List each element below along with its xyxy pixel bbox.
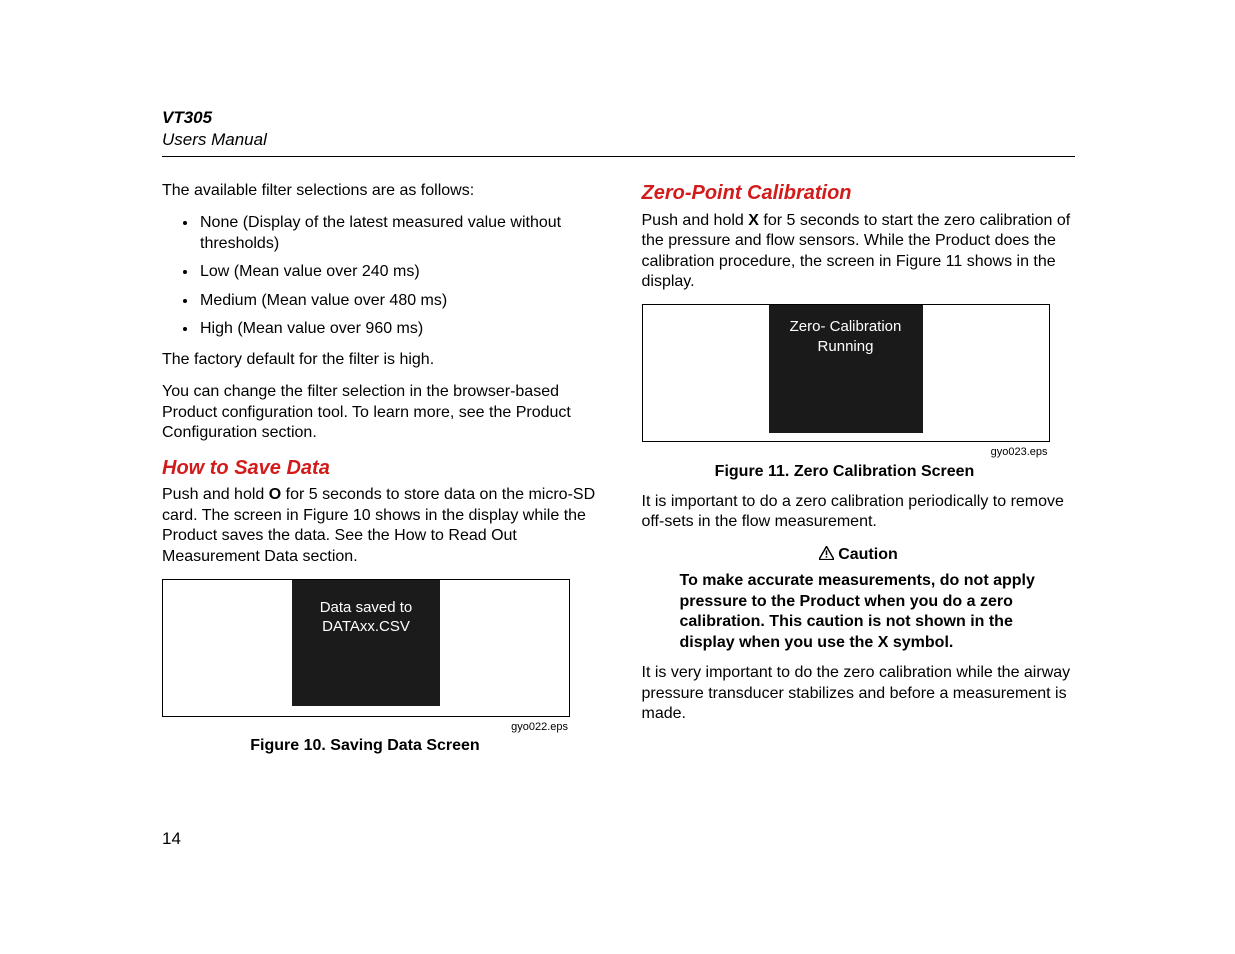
caution-label: Caution	[838, 546, 898, 563]
figure-11-box: Zero- Calibration Running	[642, 304, 1050, 442]
caution-body: To make accurate measurements, do not ap…	[642, 571, 1076, 653]
warning-icon	[819, 546, 834, 560]
screen-text-line: DATAxx.CSV	[322, 617, 410, 636]
product-model: VT305	[162, 108, 1075, 128]
zero-cal-important: It is important to do a zero calibration…	[642, 492, 1076, 533]
eps-filename: gyo022.eps	[162, 720, 568, 734]
key-x: X	[748, 212, 759, 229]
zero-point-paragraph: Push and hold X for 5 seconds to start t…	[642, 211, 1076, 293]
factory-default-note: The factory default for the filter is hi…	[162, 350, 596, 370]
figure-10-caption: Figure 10. Saving Data Screen	[162, 736, 568, 756]
zero-cal-very-important: It is very important to do the zero cali…	[642, 663, 1076, 724]
eps-filename: gyo023.eps	[642, 445, 1048, 459]
save-data-paragraph: Push and hold O for 5 seconds to store d…	[162, 485, 596, 567]
screen-text-line: Zero- Calibration	[769, 317, 923, 336]
header-rule	[162, 156, 1075, 157]
filter-intro: The available filter selections are as f…	[162, 181, 596, 201]
left-column: The available filter selections are as f…	[162, 181, 596, 767]
page-header: VT305 Users Manual	[162, 108, 1075, 150]
figure-11-caption: Figure 11. Zero Calibration Screen	[642, 462, 1048, 482]
caution-header: Caution	[642, 545, 1076, 565]
section-heading-save-data: How to Save Data	[162, 456, 596, 482]
section-heading-zero-point: Zero-Point Calibration	[642, 181, 1076, 207]
figure-10-box: Data saved to DATAxx.CSV	[162, 579, 570, 717]
device-screen-zero-cal: Zero- Calibration Running	[769, 305, 923, 433]
list-item: None (Display of the latest measured val…	[198, 213, 596, 254]
list-item: Low (Mean value over 240 ms)	[198, 262, 596, 282]
key-o: O	[269, 486, 281, 503]
manual-page: VT305 Users Manual The available filter …	[0, 0, 1235, 954]
screen-text-line: Data saved to	[320, 598, 413, 617]
list-item: Medium (Mean value over 480 ms)	[198, 291, 596, 311]
screen-text-line: Running	[769, 337, 923, 356]
page-number: 14	[162, 829, 181, 849]
two-column-layout: The available filter selections are as f…	[162, 181, 1075, 767]
list-item: High (Mean value over 960 ms)	[198, 319, 596, 339]
right-column: Zero-Point Calibration Push and hold X f…	[642, 181, 1076, 767]
text-fragment: Push and hold	[162, 486, 269, 503]
text-fragment: Push and hold	[642, 212, 749, 229]
change-filter-note: You can change the filter selection in t…	[162, 382, 596, 443]
filter-options-list: None (Display of the latest measured val…	[162, 213, 596, 339]
doc-title: Users Manual	[162, 130, 1075, 150]
device-screen-saving: Data saved to DATAxx.CSV	[292, 580, 440, 706]
